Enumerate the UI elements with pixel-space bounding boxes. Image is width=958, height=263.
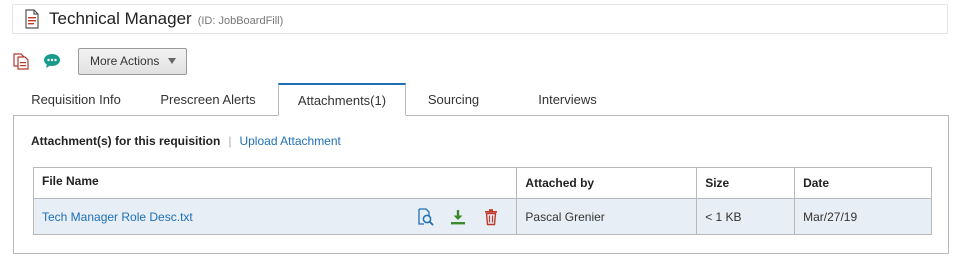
page-title: Technical Manager bbox=[49, 9, 192, 28]
attachments-header: Attachment(s) for this requisition | Upl… bbox=[31, 134, 341, 148]
preview-icon[interactable] bbox=[416, 207, 434, 226]
trash-icon[interactable] bbox=[482, 208, 500, 226]
upload-attachment-link[interactable]: Upload Attachment bbox=[239, 134, 340, 148]
file-name-cell: Tech Manager Role Desc.txt bbox=[32, 198, 518, 235]
row-actions bbox=[401, 207, 500, 226]
file-link[interactable]: Tech Manager Role Desc.txt bbox=[42, 210, 193, 224]
date-cell: Mar/27/19 bbox=[794, 198, 932, 235]
page-id: (ID: JobBoardFill) bbox=[197, 14, 284, 27]
tab-prescreen-alerts[interactable]: Prescreen Alerts bbox=[138, 83, 278, 116]
column-header-date: Date bbox=[794, 167, 932, 199]
tab-label: Interviews bbox=[538, 92, 597, 107]
attached-by-cell: Pascal Grenier bbox=[516, 198, 698, 235]
column-header-size: Size bbox=[696, 167, 796, 199]
tab-attachments[interactable]: Attachments(1) bbox=[278, 83, 406, 116]
table-row: Tech Manager Role Desc.txt Pascal Grenie… bbox=[32, 198, 932, 235]
divider: | bbox=[228, 134, 232, 148]
tab-label: Attachments(1) bbox=[297, 92, 387, 108]
tab-requisition-info[interactable]: Requisition Info bbox=[14, 83, 138, 116]
toolbar: More Actions bbox=[12, 47, 188, 75]
more-actions-button[interactable]: More Actions bbox=[78, 47, 188, 75]
caret-down-icon bbox=[168, 58, 177, 64]
tab-label: Sourcing bbox=[427, 92, 480, 107]
copy-document-icon[interactable] bbox=[12, 52, 30, 70]
size-cell: < 1 KB bbox=[696, 198, 796, 235]
tab-label: Prescreen Alerts bbox=[160, 92, 256, 107]
table-header-row: File Name Attached by Size Date bbox=[32, 167, 932, 199]
tab-bar: Requisition Info Prescreen Alerts Attach… bbox=[14, 83, 634, 116]
tab-label: Requisition Info bbox=[31, 92, 121, 107]
document-pdf-icon bbox=[23, 9, 41, 29]
section-title: Attachment(s) for this requisition bbox=[31, 134, 221, 148]
attachments-table: File Name Attached by Size Date Tech Man… bbox=[32, 167, 932, 235]
tab-sourcing[interactable]: Sourcing bbox=[406, 83, 501, 116]
tab-interviews[interactable]: Interviews bbox=[501, 83, 634, 116]
column-header-attached-by: Attached by bbox=[516, 167, 698, 199]
chat-bubble-icon[interactable] bbox=[43, 52, 61, 70]
column-header-file-name: File Name bbox=[32, 167, 518, 199]
page-header: Technical Manager (ID: JobBoardFill) bbox=[12, 4, 948, 34]
download-icon[interactable] bbox=[449, 208, 467, 226]
more-actions-label: More Actions bbox=[90, 54, 160, 68]
attachments-panel: Attachment(s) for this requisition | Upl… bbox=[13, 115, 949, 254]
